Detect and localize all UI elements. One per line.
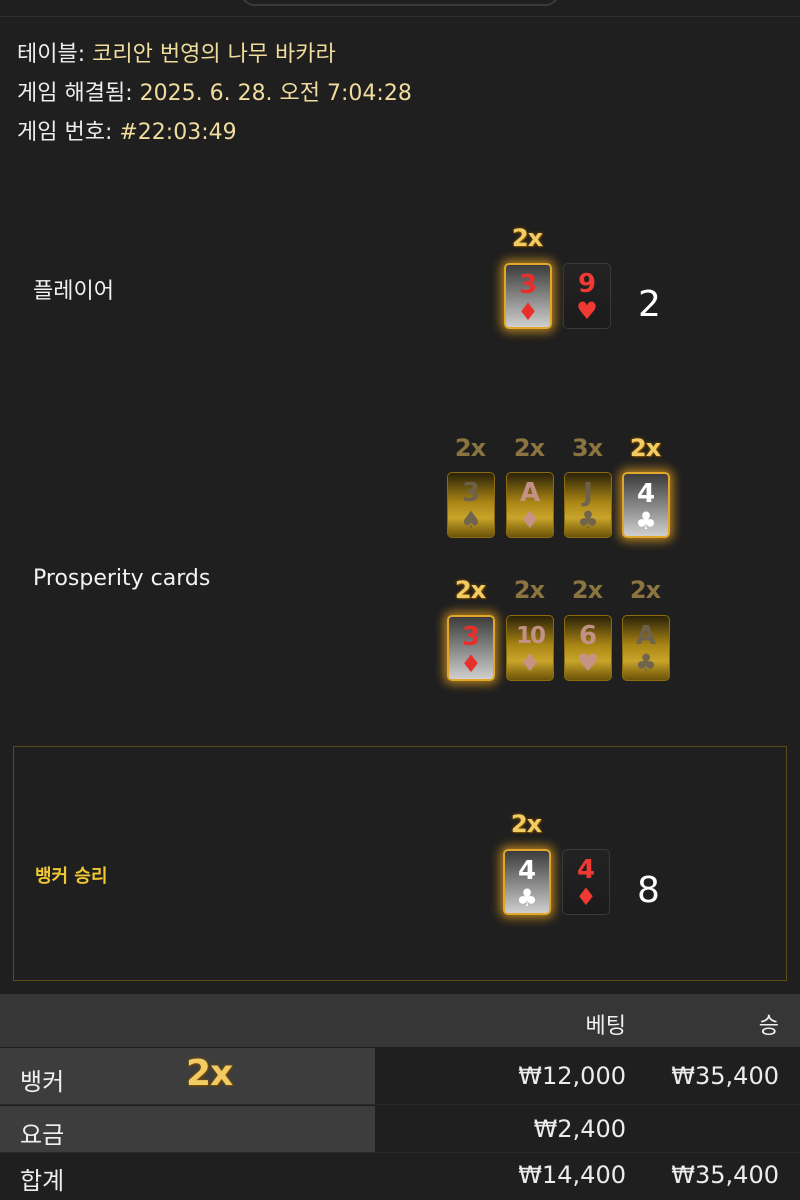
card-rank: J	[583, 478, 593, 508]
club-suit-icon: ♣	[635, 649, 657, 677]
prosperity-card: 10 ♦	[506, 615, 554, 681]
top-drag-handle[interactable]	[240, 0, 560, 6]
card-rank: A	[519, 478, 541, 508]
club-suit-icon: ♣	[577, 506, 599, 534]
multiplier-badge: 2x	[454, 434, 486, 462]
card-rank: 3	[461, 622, 481, 652]
divider	[0, 16, 800, 17]
row-label: 뱅커	[20, 1068, 65, 1096]
row-divider	[0, 1104, 800, 1105]
multiplier-badge: 2x	[510, 810, 542, 838]
multiplier-badge: 2x	[454, 576, 486, 604]
total-bet-amount: ₩14,400	[518, 1161, 626, 1189]
multiplier-badge: 2x	[629, 434, 661, 462]
results-table-header	[0, 994, 800, 1047]
card-rank: 4	[517, 856, 537, 886]
multiplier-badge: 2x	[511, 224, 543, 252]
banker-card-2: 4 ♦	[562, 849, 610, 915]
game-number-label: 게임 번호:	[17, 120, 113, 145]
multiplier-badge: 2x	[571, 576, 603, 604]
card-rank: 3	[518, 270, 538, 300]
multiplier-badge: 2x	[513, 434, 545, 462]
banker-card-1: 4 ♣	[503, 849, 551, 915]
card-rank: A	[635, 621, 657, 651]
resolved-value: 2025. 6. 28. 오전 7:04:28	[139, 81, 412, 106]
banker-win-label: 뱅커 승리	[35, 866, 108, 887]
game-number-info: 게임 번호: #22:03:49	[17, 114, 237, 146]
prosperity-card: 4 ♣	[622, 472, 670, 538]
table-info: 테이블: 코리안 번영의 나무 바카라	[17, 36, 336, 68]
card-rank: 10	[515, 623, 546, 649]
resolved-info: 게임 해결됨: 2025. 6. 28. 오전 7:04:28	[17, 75, 412, 107]
prosperity-card: 3 ♠	[447, 472, 495, 538]
table-row-total: 합계 ₩14,400 ₩35,400	[0, 1154, 800, 1200]
win-amount: ₩35,400	[671, 1062, 779, 1090]
diamond-suit-icon: ♦	[519, 506, 541, 534]
multiplier-badge: 2x	[629, 576, 661, 604]
row-multiplier-badge: 2x	[186, 1053, 233, 1094]
prosperity-card: 6 ♥	[564, 615, 612, 681]
prosperity-card: J ♣	[564, 472, 612, 538]
prosperity-card: 3 ♦	[447, 615, 495, 681]
table-label: 테이블:	[17, 42, 86, 67]
club-suit-icon: ♣	[516, 884, 538, 912]
player-score: 2	[638, 284, 661, 325]
card-rank: 4	[576, 855, 596, 885]
bet-amount: ₩12,000	[518, 1062, 626, 1090]
bet-amount: ₩2,400	[533, 1115, 626, 1143]
row-divider	[0, 1152, 800, 1153]
prosperity-card: A ♣	[622, 615, 670, 681]
club-suit-icon: ♣	[635, 507, 657, 535]
table-row: 요금 ₩2,400	[0, 1106, 800, 1152]
win-column-header: 승	[758, 1014, 779, 1039]
spade-suit-icon: ♠	[460, 506, 482, 534]
row-label: 요금	[20, 1121, 65, 1149]
diamond-suit-icon: ♦	[517, 298, 539, 326]
game-number-value: #22:03:49	[119, 120, 237, 145]
table-name: 코리안 번영의 나무 바카라	[92, 42, 336, 67]
diamond-suit-icon: ♦	[575, 883, 597, 911]
table-row: 뱅커 2x ₩12,000 ₩35,400	[0, 1048, 800, 1104]
multiplier-badge: 3x	[571, 434, 603, 462]
prosperity-card: A ♦	[506, 472, 554, 538]
prosperity-label: Prosperity cards	[33, 566, 211, 591]
card-rank: 4	[636, 479, 656, 509]
resolved-label: 게임 해결됨:	[17, 81, 133, 106]
row-label-cell: 요금	[0, 1106, 375, 1152]
heart-suit-icon: ♥	[576, 297, 598, 325]
card-rank: 6	[578, 621, 598, 651]
diamond-suit-icon: ♦	[519, 649, 541, 677]
card-rank: 9	[577, 269, 597, 299]
banker-winner-panel	[13, 746, 787, 981]
player-card-2: 9 ♥	[563, 263, 611, 329]
bet-column-header: 베팅	[585, 1014, 626, 1039]
heart-suit-icon: ♥	[577, 649, 599, 677]
banker-score: 8	[637, 870, 660, 911]
player-card-1: 3 ♦	[504, 263, 552, 329]
multiplier-badge: 2x	[513, 576, 545, 604]
total-win-amount: ₩35,400	[671, 1161, 779, 1189]
player-label: 플레이어	[33, 279, 114, 304]
card-rank: 3	[461, 478, 481, 508]
diamond-suit-icon: ♦	[460, 650, 482, 678]
total-label: 합계	[20, 1167, 65, 1195]
